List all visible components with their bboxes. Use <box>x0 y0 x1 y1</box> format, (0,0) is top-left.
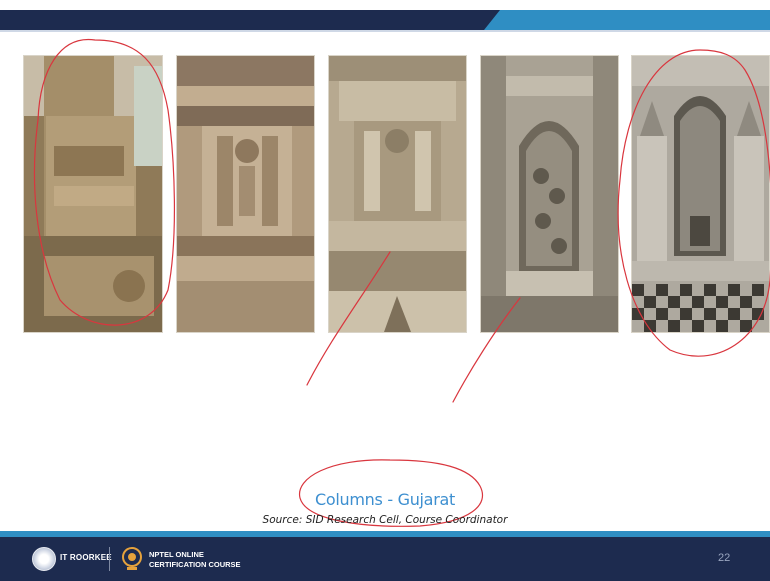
program-name: NPTEL ONLINE CERTIFICATION COURSE <box>149 550 241 570</box>
photo-lamp-niche-column <box>176 55 315 333</box>
institution-name: IT ROORKEE <box>60 553 112 562</box>
header-bar <box>0 10 500 30</box>
page-number: 22 <box>718 552 731 564</box>
footer-bar <box>0 537 770 581</box>
photo-tiered-niche-facade <box>328 55 467 333</box>
photo-jali-screen <box>631 55 770 333</box>
header-divider <box>0 30 770 32</box>
iit-roorkee-logo-icon <box>32 547 56 571</box>
source-credit: Source: SID Research Cell, Course Coordi… <box>262 514 508 526</box>
program-line-1: NPTEL ONLINE <box>149 550 204 559</box>
photo-pillar-base <box>23 55 163 333</box>
header-accent-bar <box>484 10 770 30</box>
slide-caption: Columns - Gujarat <box>315 490 455 509</box>
slide: Columns - Gujarat Source: SID Research C… <box>0 0 770 581</box>
program-line-2: CERTIFICATION COURSE <box>149 560 241 569</box>
footer-divider <box>109 547 110 571</box>
nptel-logo-icon <box>122 547 142 570</box>
photo-arched-niche-tracery <box>480 55 619 333</box>
